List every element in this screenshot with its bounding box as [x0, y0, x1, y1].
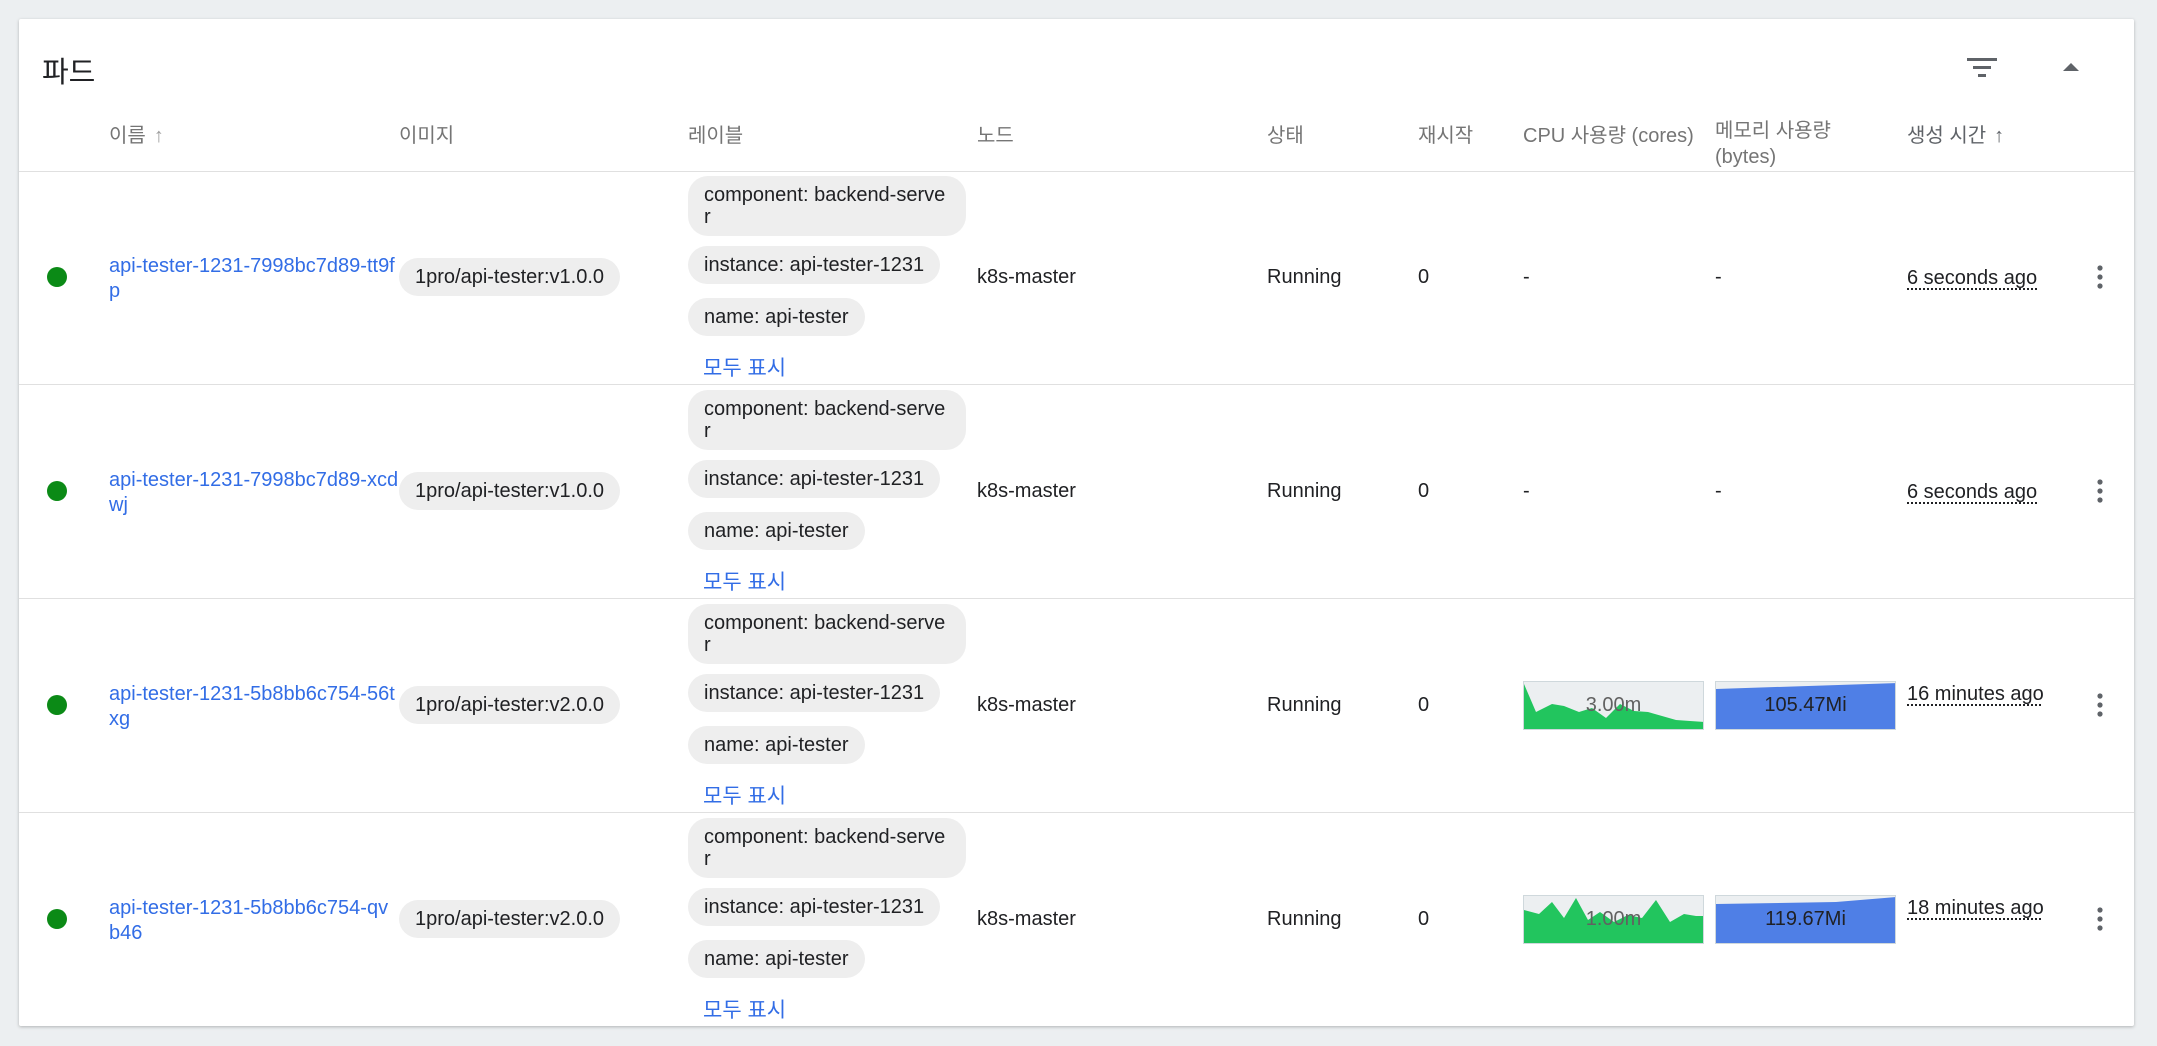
created-age: 16 minutes ago: [1907, 683, 2044, 705]
column-header-labels: 레이블: [688, 125, 744, 147]
table-row: api-tester-1231-5b8bb6c754-qvb46 1pro/ap…: [19, 813, 2134, 1026]
memory-sparkline: 119.67Mi: [1715, 895, 1896, 944]
pod-name-link[interactable]: api-tester-1231-7998bc7d89-xcdwj: [109, 468, 399, 518]
cpu-sparkline-value: 1.00m: [1585, 908, 1642, 930]
restarts-cell: 0: [1418, 908, 1430, 930]
more-vert-icon[interactable]: [2080, 685, 2120, 725]
pod-name-link[interactable]: api-tester-1231-7998bc7d89-tt9fp: [109, 254, 399, 304]
filter-list-icon[interactable]: [1960, 45, 2004, 89]
status-cell: Running: [1267, 480, 1342, 502]
memory-cell: -: [1715, 266, 1722, 288]
status-cell: Running: [1267, 694, 1342, 716]
arrow-drop-up-icon[interactable]: [2049, 45, 2093, 89]
label-chip: instance: api-tester-1231: [688, 246, 941, 284]
label-chip: component: backend-server: [688, 390, 966, 450]
more-vert-icon[interactable]: [2080, 471, 2120, 511]
column-header-node[interactable]: 노드: [977, 123, 1014, 149]
column-header-restarts[interactable]: 재시작: [1418, 123, 1473, 149]
image-chip: 1pro/api-tester:v2.0.0: [399, 900, 620, 938]
memory-sparkline-value: 119.67Mi: [1765, 908, 1846, 930]
show-all-labels-link[interactable]: 모두 표시: [703, 994, 786, 1024]
label-chip: component: backend-server: [688, 818, 966, 878]
show-all-labels-link[interactable]: 모두 표시: [703, 566, 786, 596]
show-all-labels-link[interactable]: 모두 표시: [703, 352, 786, 382]
cpu-sparkline-value: 3.00m: [1585, 694, 1642, 716]
card-header: 파드: [19, 19, 2134, 115]
memory-cell: -: [1715, 480, 1722, 502]
restarts-cell: 0: [1418, 480, 1430, 502]
label-chip: name: api-tester: [688, 940, 865, 978]
cpu-cell: -: [1523, 480, 1530, 502]
show-all-labels-link[interactable]: 모두 표시: [703, 780, 786, 810]
label-chip: component: backend-server: [688, 176, 966, 236]
column-header-memory: 메모리 사용량 (bytes): [1715, 120, 1831, 168]
node-cell: k8s-master: [977, 266, 1076, 288]
label-chip: instance: api-tester-1231: [688, 674, 941, 712]
created-age: 6 seconds ago: [1907, 481, 2038, 503]
cpu-sparkline: 1.00m: [1523, 895, 1704, 944]
status-running-icon: [47, 267, 67, 287]
label-chip: name: api-tester: [688, 298, 865, 336]
more-vert-icon[interactable]: [2080, 899, 2120, 939]
created-age: 6 seconds ago: [1907, 267, 2038, 289]
status-running-icon: [47, 481, 67, 501]
status-cell: Running: [1267, 266, 1342, 288]
status-cell: Running: [1267, 908, 1342, 930]
created-age: 18 minutes ago: [1907, 897, 2044, 919]
column-header-cpu: CPU 사용량 (cores): [1523, 125, 1694, 147]
image-chip: 1pro/api-tester:v1.0.0: [399, 472, 620, 510]
pod-name-link[interactable]: api-tester-1231-5b8bb6c754-56txg: [109, 682, 399, 732]
memory-sparkline: 105.47Mi: [1715, 681, 1896, 730]
node-cell: k8s-master: [977, 908, 1076, 930]
restarts-cell: 0: [1418, 694, 1430, 716]
table-row: api-tester-1231-7998bc7d89-tt9fp 1pro/ap…: [19, 171, 2134, 384]
sort-arrow-up-icon: ↑: [153, 125, 164, 147]
memory-sparkline-value: 105.47Mi: [1764, 694, 1847, 716]
image-chip: 1pro/api-tester:v1.0.0: [399, 258, 620, 296]
column-header-image: 이미지: [399, 125, 455, 147]
pod-name-link[interactable]: api-tester-1231-5b8bb6c754-qvb46: [109, 896, 399, 946]
image-chip: 1pro/api-tester:v2.0.0: [399, 686, 620, 724]
node-cell: k8s-master: [977, 480, 1076, 502]
label-chip: instance: api-tester-1231: [688, 888, 941, 926]
column-header-status[interactable]: 상태: [1267, 123, 1304, 149]
label-chip: component: backend-server: [688, 604, 966, 664]
column-header-created[interactable]: 생성 시간 ↑: [1907, 123, 2004, 149]
restarts-cell: 0: [1418, 266, 1430, 288]
pods-card: 파드 이름 ↑ 이미지 레이블 노드 상태 재시작 CPU 사용량 (cores)…: [19, 19, 2134, 1026]
label-chip: name: api-tester: [688, 726, 865, 764]
label-chip: instance: api-tester-1231: [688, 460, 941, 498]
cpu-cell: -: [1523, 266, 1530, 288]
table-row: api-tester-1231-5b8bb6c754-56txg 1pro/ap…: [19, 599, 2134, 812]
status-running-icon: [47, 695, 67, 715]
status-running-icon: [47, 909, 67, 929]
more-vert-icon[interactable]: [2080, 257, 2120, 297]
sort-arrow-up-icon: ↑: [1994, 125, 2005, 147]
label-chip: name: api-tester: [688, 512, 865, 550]
column-header-name[interactable]: 이름 ↑: [109, 123, 164, 149]
node-cell: k8s-master: [977, 694, 1076, 716]
table-row: api-tester-1231-7998bc7d89-xcdwj 1pro/ap…: [19, 385, 2134, 598]
cpu-sparkline: 3.00m: [1523, 681, 1704, 730]
card-title: 파드: [42, 57, 96, 89]
